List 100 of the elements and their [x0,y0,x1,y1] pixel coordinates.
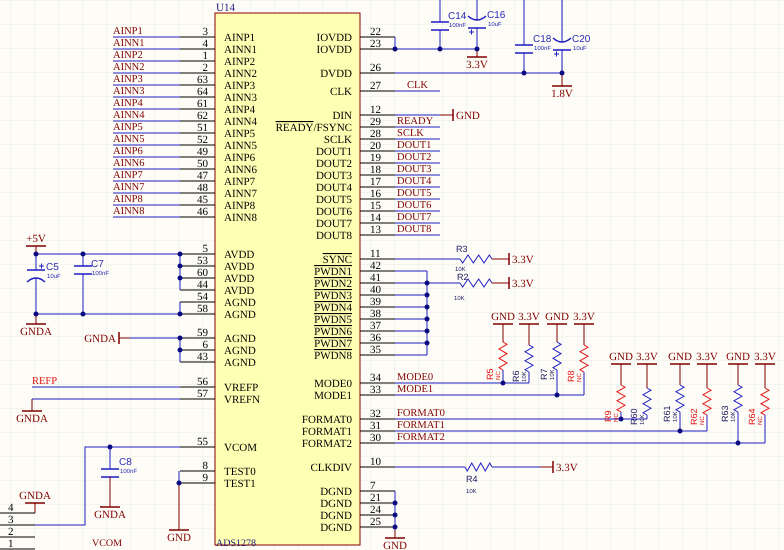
wire [394,114,440,116]
junction-dot [424,304,430,310]
pin-number: 57 [197,388,208,400]
power-port-label: GNDA [16,413,48,425]
pin-number: 1 [8,538,14,550]
pin-name: AINN8 [224,212,257,224]
pin-name: AINP8 [224,200,256,212]
net-label: AINP7 [113,170,143,181]
net-label: FORMAT2 [397,432,445,443]
pin-name: AINN6 [224,164,257,176]
pin-name: PWDN8 [314,350,352,362]
designator: R5 [485,368,495,380]
pin-line [360,48,396,50]
pin-name: DOUT4 [316,182,352,194]
power-port-symbol [637,363,657,388]
pin-line [360,198,396,200]
pin-line [360,490,396,492]
pin-number: 19 [370,152,381,164]
pin-line [180,108,216,110]
power-port-symbol [755,363,775,388]
wire [112,192,180,194]
pin-number: 21 [370,492,381,504]
pin-name: PWDN1 [314,266,352,278]
power-port-label: 3.3V [518,311,540,323]
junction-dot [108,444,112,450]
pin-number: 38 [370,308,381,320]
pin-line [360,72,396,74]
designator: C5 [46,262,59,273]
pin-line [360,150,396,152]
designator: C18 [533,34,552,45]
pin-name: TEST0 [224,466,256,478]
pin-line [360,318,396,320]
pin-number: 49 [197,146,208,158]
pin-name: AINN4 [224,116,257,128]
net-label: REFP [32,376,58,387]
pin-line [180,72,216,74]
power-port-symbol [552,72,572,87]
power-port-symbol [540,461,554,473]
power-port-label: 3.3V [754,351,776,363]
pin-name: AINN2 [224,68,257,80]
junction-dot [392,524,398,530]
net-label: AINN4 [113,110,144,121]
junction-dot [424,292,430,298]
pin-number: 62 [197,110,208,122]
pin-number: 4 [202,38,208,50]
wire [394,150,440,152]
pin-number: 33 [370,384,381,396]
designator: R8 [566,370,576,382]
designator: R7 [539,368,549,380]
pin-number: 7 [370,480,376,492]
pin-number: 3 [8,514,14,526]
net-label: AINP2 [113,50,143,61]
wire [112,120,180,122]
wire [394,466,466,468]
pin-name: DOUT2 [316,158,352,170]
net-label: DOUT7 [397,212,432,223]
net-label: DOUT6 [397,200,432,211]
junction-dot [736,440,740,446]
junction-dot [678,428,682,434]
power-port-label: GND [167,532,191,544]
net-label: DOUT3 [397,164,432,175]
pin-number: 32 [370,408,381,420]
pin-name: AINP2 [224,56,256,68]
net-label: MODE1 [397,384,434,395]
pin-line [180,446,216,448]
power-port-symbol [118,332,130,344]
designator: R9 [603,410,613,422]
pin-name: AINP6 [224,152,256,164]
pin-number: 15 [370,200,381,212]
wire [112,216,180,218]
power-port-symbol [611,363,631,386]
pin-number: 56 [197,376,208,388]
junction-dot [178,276,182,280]
power-port-symbol [574,323,594,346]
pin-number: 60 [197,267,208,279]
power-port-symbol [169,482,189,531]
pin-line [180,470,216,472]
pin-line [360,222,396,224]
net-label: DOUT5 [397,188,432,199]
pin-name: DGND [320,498,352,510]
power-port-symbol [440,109,454,121]
pin-line [180,398,216,400]
pin-number: 63 [197,74,208,86]
pin-name: AGND [224,297,256,309]
wire [394,138,440,140]
pin-number: 9 [202,472,208,484]
pin-name: PWDN4 [314,302,352,314]
pin-number: 10 [370,456,381,468]
pin-name: AGND [224,333,256,345]
pin-number: 1 [202,50,208,62]
pin-number: 39 [370,296,381,308]
pin-name: AINP4 [224,104,256,116]
pin-number: 44 [197,279,208,291]
wire [112,156,180,158]
pin-name: VCOM [224,442,258,454]
pin-number: 58 [197,303,208,315]
power-port-label: 3.3V [512,254,534,266]
junction-dot [176,480,182,486]
pin-number: 52 [197,134,208,146]
pin-line [180,180,216,182]
